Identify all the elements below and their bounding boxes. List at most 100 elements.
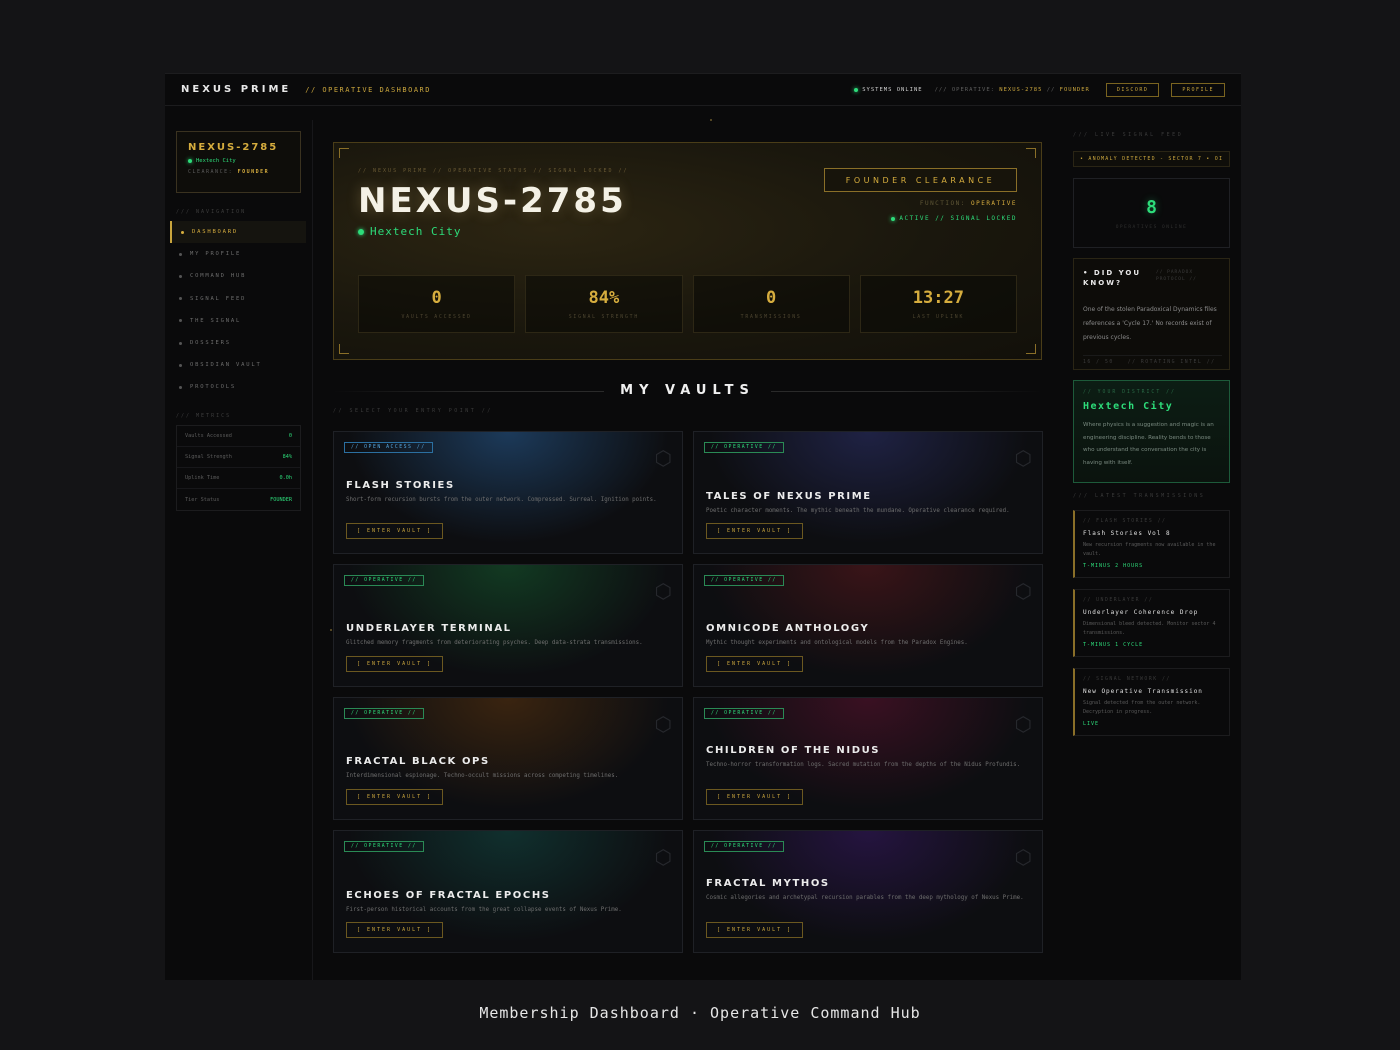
operative-location-text: Hextech City bbox=[370, 225, 462, 238]
hexagon-icon: ⬡ bbox=[654, 579, 672, 603]
stat-box: 84% SIGNAL STRENGTH bbox=[525, 275, 683, 333]
corner-bracket bbox=[339, 344, 349, 354]
vault-card[interactable]: // OPERATIVE // ⬡ TALES OF NEXUS PRIME Poet… bbox=[693, 431, 1043, 554]
dyk-body: One of the stolen Paradoxical Dynamics f… bbox=[1083, 306, 1217, 341]
operative-location: Hextech City bbox=[358, 225, 461, 238]
enter-vault-button[interactable]: [ ENTER VAULT ] bbox=[346, 922, 444, 938]
corner-bracket bbox=[1026, 148, 1036, 158]
sidebar-item-label: DASHBOARD bbox=[192, 229, 239, 236]
nav-section-label: /// NAVIGATION bbox=[176, 209, 247, 215]
enter-vault-button[interactable]: [ ENTER VAULT ] bbox=[346, 523, 444, 539]
image-caption: Membership Dashboard · Operative Command… bbox=[479, 1004, 921, 1022]
dashboard-frame: NEXUS PRIME // OPERATIVE DASHBOARD SYSTE… bbox=[165, 73, 1241, 980]
vault-title: UNDERLAYER TERMINAL bbox=[346, 623, 512, 634]
enter-vault-button[interactable]: [ ENTER VAULT ] bbox=[706, 922, 804, 938]
transmission-item[interactable]: // FLASH STORIES // Flash Stories Vol 8 Ne… bbox=[1073, 510, 1230, 578]
vault-card[interactable]: // OPERATIVE // ⬡ UNDERLAYER TERMINAL Glitc… bbox=[333, 564, 683, 687]
system-status: SYSTEMS ONLINE bbox=[854, 87, 922, 93]
district-panel[interactable]: // YOUR DISTRICT // Hextech City Where p… bbox=[1073, 380, 1230, 483]
latest-transmissions: /// LATEST TRANSMISSIONS // FLASH STORIE… bbox=[1073, 493, 1230, 736]
vault-card[interactable]: // OPERATIVE // ⬡ FRACTAL MYTHOS Cosmic all… bbox=[693, 830, 1043, 953]
metric-row: Vaults Accessed 0 bbox=[177, 426, 300, 447]
vault-card[interactable]: // OPEN ACCESS // ⬡ FLASH STORIES Short-for… bbox=[333, 431, 683, 554]
metrics-section-label: /// METRICS bbox=[176, 413, 232, 419]
right-column: /// LIVE SIGNAL FEED • ANOMALY DETECTED … bbox=[1073, 132, 1230, 736]
active-dot-icon bbox=[891, 216, 896, 221]
vault-description: Cosmic allegories and archetypal recursi… bbox=[706, 895, 1024, 901]
vault-card[interactable]: // OPERATIVE // ⬡ ECHOES OF FRACTAL EPOCHS… bbox=[333, 830, 683, 953]
vault-access-tag: // OPERATIVE // bbox=[704, 708, 784, 719]
vault-title: CHILDREN OF THE NIDUS bbox=[706, 745, 881, 756]
sidebar-item-label: OBSIDIAN VAULT bbox=[190, 362, 262, 369]
sidebar-item-obsidian-vault[interactable]: OBSIDIAN VAULT bbox=[170, 354, 306, 376]
sidebar-item-signal-feed[interactable]: SIGNAL FEED bbox=[170, 288, 306, 310]
transmission-list: // FLASH STORIES // Flash Stories Vol 8 Ne… bbox=[1073, 510, 1230, 736]
operative-info: /// OPERATIVE: NEXUS-2785 // FOUNDER bbox=[935, 87, 1090, 93]
metric-value: 84% bbox=[282, 454, 292, 460]
sidebar-item-my-profile[interactable]: MY PROFILE bbox=[170, 243, 306, 265]
top-bar: NEXUS PRIME // OPERATIVE DASHBOARD SYSTE… bbox=[165, 74, 1241, 106]
sidebar-item-protocols[interactable]: PROTOCOLS bbox=[170, 376, 306, 398]
transmission-title: Underlayer Coherence Drop bbox=[1083, 609, 1199, 616]
vault-access-tag: // OPERATIVE // bbox=[704, 575, 784, 586]
transmission-source: // SIGNAL NETWORK // bbox=[1083, 677, 1171, 682]
transmission-item[interactable]: // SIGNAL NETWORK // New Operative Transm… bbox=[1073, 668, 1230, 736]
metric-row: Uplink Time 0.0h bbox=[177, 468, 300, 489]
dyk-page: 16 / 50 bbox=[1083, 360, 1114, 365]
hexagon-icon: ⬡ bbox=[654, 712, 672, 736]
hexagon-icon: ⬡ bbox=[1014, 712, 1032, 736]
page-subtitle: // OPERATIVE DASHBOARD bbox=[305, 85, 431, 94]
city-dot-icon bbox=[188, 159, 192, 163]
metric-label: Tier Status bbox=[185, 496, 220, 503]
status-dot-icon bbox=[854, 87, 859, 92]
clearance-label: CLEARANCE: bbox=[188, 169, 234, 175]
operative-sep: // bbox=[1046, 86, 1056, 93]
enter-vault-button[interactable]: [ ENTER VAULT ] bbox=[346, 789, 444, 805]
latest-label: /// LATEST TRANSMISSIONS bbox=[1073, 493, 1206, 499]
active-status-text: ACTIVE // SIGNAL LOCKED bbox=[899, 215, 1017, 222]
enter-vault-button[interactable]: [ ENTER VAULT ] bbox=[706, 789, 804, 805]
stat-box: 0 VAULTS ACCESSED bbox=[358, 275, 516, 333]
sidebar-item-label: MY PROFILE bbox=[190, 251, 242, 258]
dyk-title: • DID YOU KNOW? bbox=[1083, 269, 1142, 287]
enter-vault-button[interactable]: [ ENTER VAULT ] bbox=[346, 656, 444, 672]
operative-hero-panel: // NEXUS PRIME // OPERATIVE STATUS // SI… bbox=[333, 142, 1042, 360]
vault-card[interactable]: // OPERATIVE // ⬡ CHILDREN OF THE NIDUS Tec… bbox=[693, 697, 1043, 820]
vault-access-tag: // OPERATIVE // bbox=[344, 708, 424, 719]
function-line: FUNCTION: OPERATIVE bbox=[920, 200, 1017, 207]
district-desc: Where physics is a suggestion and magic … bbox=[1083, 422, 1214, 466]
sidebar-item-command-hub[interactable]: COMMAND HUB bbox=[170, 265, 306, 287]
brand-logo[interactable]: NEXUS PRIME bbox=[181, 84, 291, 95]
operative-prefix: /// OPERATIVE: bbox=[934, 86, 995, 93]
enter-vault-button[interactable]: [ ENTER VAULT ] bbox=[706, 523, 804, 539]
enter-vault-button[interactable]: [ ENTER VAULT ] bbox=[706, 656, 804, 672]
vault-access-tag: // OPERATIVE // bbox=[704, 841, 784, 852]
stat-label: VAULTS ACCESSED bbox=[401, 315, 472, 320]
hexagon-icon: ⬡ bbox=[654, 446, 672, 470]
vault-description: Mythic thought experiments and ontologic… bbox=[706, 640, 968, 646]
vaults-title: MY VAULTS bbox=[333, 383, 1042, 398]
transmission-item[interactable]: // UNDERLAYER // Underlayer Coherence Dro… bbox=[1073, 589, 1230, 657]
profile-button[interactable]: PROFILE bbox=[1171, 82, 1225, 97]
transmission-title: New Operative Transmission bbox=[1083, 688, 1203, 695]
metric-row: Signal Strength 84% bbox=[177, 447, 300, 468]
vault-card[interactable]: // OPERATIVE // ⬡ OMNICODE ANTHOLOGY Mythic… bbox=[693, 564, 1043, 687]
sidebar-item-the-signal[interactable]: THE SIGNAL bbox=[170, 310, 306, 332]
sidebar-item-dossiers[interactable]: DOSSIERS bbox=[170, 332, 306, 354]
system-status-text: SYSTEMS ONLINE bbox=[862, 86, 923, 93]
sidebar: NEXUS-2785 Hextech City CLEARANCE: FOUND… bbox=[165, 120, 313, 980]
stat-label: SIGNAL STRENGTH bbox=[568, 315, 640, 320]
transmission-source: // UNDERLAYER // bbox=[1083, 598, 1154, 603]
vault-title: FLASH STORIES bbox=[346, 480, 455, 491]
ticker-text: ANOMALY DETECTED - SECTOR 7 • OI bbox=[1088, 156, 1224, 162]
vault-access-tag: // OPERATIVE // bbox=[704, 442, 784, 453]
clearance-badge: FOUNDER CLEARANCE bbox=[824, 168, 1017, 192]
bullet-icon bbox=[179, 385, 182, 389]
stat-value: 84% bbox=[588, 288, 620, 308]
vault-title: FRACTAL BLACK OPS bbox=[346, 756, 490, 767]
feed-label: /// LIVE SIGNAL FEED bbox=[1073, 132, 1184, 138]
vault-card[interactable]: // OPERATIVE // ⬡ FRACTAL BLACK OPS Interdi… bbox=[333, 697, 683, 820]
discord-button[interactable]: DISCORD bbox=[1105, 82, 1160, 97]
dyk-rotating-label: // ROTATING INTEL // bbox=[1127, 360, 1216, 365]
sidebar-item-dashboard[interactable]: DASHBOARD bbox=[170, 221, 306, 244]
